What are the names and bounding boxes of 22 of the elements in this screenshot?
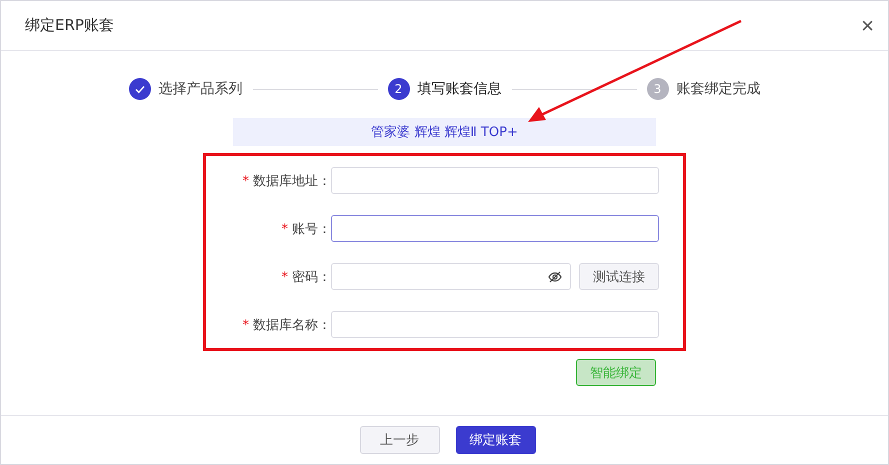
required-mark: * <box>282 222 288 236</box>
step-label: 选择产品系列 <box>158 80 242 98</box>
password-field[interactable] <box>331 263 571 290</box>
field-label: 密码： <box>292 270 331 284</box>
test-connection-button[interactable]: 测试连接 <box>579 263 659 290</box>
required-mark: * <box>242 174 249 188</box>
required-mark: * <box>282 270 288 284</box>
step-label: 账套绑定完成 <box>676 80 760 98</box>
step-number: 2 <box>388 78 410 100</box>
step-number: 3 <box>646 78 668 100</box>
eye-off-icon[interactable] <box>548 270 562 282</box>
product-banner: 管家婆 辉煌 辉煌Ⅱ TOP+ <box>233 118 656 146</box>
field-label: 数据库地址： <box>253 174 331 188</box>
dialog-title: 绑定ERP账套 <box>25 16 114 35</box>
bind-button[interactable]: 绑定账套 <box>456 426 536 454</box>
field-label: 数据库名称： <box>253 318 331 332</box>
back-button[interactable]: 上一步 <box>360 426 440 454</box>
step-label: 填写账套信息 <box>418 80 502 98</box>
required-mark: * <box>242 318 249 332</box>
close-button[interactable]: × <box>861 14 874 36</box>
input-field[interactable] <box>331 215 659 242</box>
field-label: 账号： <box>292 222 331 236</box>
